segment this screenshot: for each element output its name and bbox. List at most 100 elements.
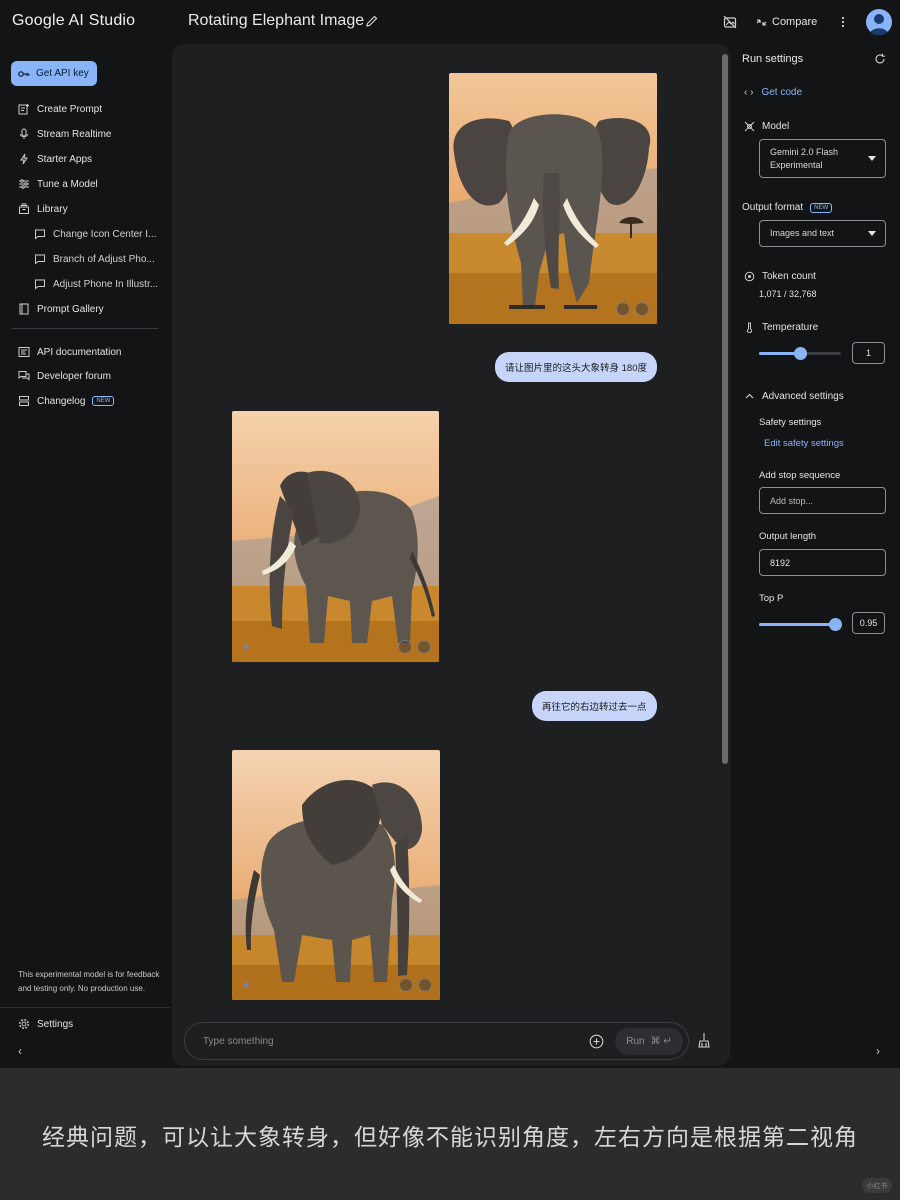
nav-api-documentation[interactable]: API documentation [18,344,122,360]
chat-bubble-icon [35,254,45,265]
nav-label: API documentation [37,346,122,358]
fullscreen-icon[interactable] [417,640,431,654]
prompt-input[interactable]: Type something [203,1036,274,1047]
chat-bubble-icon [35,229,45,240]
sidebar-bottom-divider [0,1007,170,1008]
nav-label: Starter Apps [37,153,93,165]
nav-label: Library [37,203,68,215]
stop-sequence-label: Add stop sequence [759,470,841,481]
sidebar-divider [12,328,158,329]
nav-developer-forum[interactable]: Developer forum [18,368,111,384]
download-icon[interactable] [398,640,412,654]
gemini-sparkle-icon [242,980,250,990]
download-icon[interactable] [399,978,413,992]
generated-elephant-image-1[interactable] [232,411,439,662]
nav-label: Tune a Model [37,178,98,190]
nav-changelog[interactable]: Changelog NEW [18,393,115,409]
generated-elephant-image-2[interactable] [232,750,440,1000]
library-item[interactable]: Change Icon Center I... [34,226,156,242]
new-badge: NEW [810,202,833,213]
model-value-line1: Gemini 2.0 Flash [770,147,839,157]
fullscreen-icon[interactable] [635,302,649,316]
temperature-label: Temperature [762,322,819,333]
nav-label: Stream Realtime [37,128,112,140]
api-key-label: Get API key [36,68,89,79]
settings-button[interactable]: Settings [18,1018,73,1030]
no-image-icon[interactable] [722,14,738,30]
get-api-key-button[interactable]: Get API key [11,61,97,86]
top-p-slider[interactable] [759,618,842,631]
original-elephant-image[interactable] [449,73,657,324]
temperature-slider[interactable] [759,347,841,360]
stop-sequence-input[interactable]: Add stop... [759,487,886,514]
model-value-line2: Experimental [770,160,823,170]
nav-label: Changelog [37,395,86,407]
prompt-title[interactable]: Rotating Elephant Image [188,12,364,30]
run-shortcut: ⌘ ↵ [650,1036,672,1047]
output-format-select[interactable]: Images and text [759,220,886,247]
api-doc-icon [18,347,30,357]
temperature-input[interactable]: 1 [852,342,885,364]
avatar-person-icon [869,14,889,35]
nav-label: Create Prompt [37,103,103,115]
nav-tune-model[interactable]: Tune a Model [18,176,98,192]
token-count-label: Token count [762,271,816,282]
user-message-bubble: 请让图片里的这头大象转身 180度 [495,352,657,382]
output-length-input[interactable]: 8192 [759,549,886,576]
model-label: Model [762,121,790,132]
image-tools [398,640,431,654]
nav-prompt-gallery[interactable]: Prompt Gallery [18,301,104,317]
token-icon [744,271,755,282]
tune-icon [19,179,29,189]
user-message-bubble: 再往它的右边转过去一点 [532,691,657,721]
top-p-slider-knob[interactable] [829,618,842,631]
model-icon [744,121,755,132]
nav-stream-realtime[interactable]: Stream Realtime [18,126,111,142]
code-brackets-icon: ‹ › [744,87,754,98]
library-item[interactable]: Branch of Adjust Pho... [34,251,155,267]
temperature-slider-knob[interactable] [794,347,807,360]
edit-title-icon[interactable] [365,14,379,28]
image-tools [616,302,649,316]
library-item-label: Change Icon Center I... [53,228,157,240]
edit-safety-settings-link[interactable]: Edit safety settings [764,438,844,449]
get-code-button[interactable]: ‹ › Get code [744,87,802,98]
clear-chat-broom-icon[interactable] [696,1032,712,1048]
collapse-settings-chevron-icon[interactable]: › [876,1044,880,1058]
chat-scrollbar[interactable] [722,54,728,764]
library-item[interactable]: Adjust Phone In Illustr... [34,276,158,292]
run-settings-title: Run settings [742,53,804,65]
library-item-label: Branch of Adjust Pho... [53,253,155,265]
top-p-label: Top P [759,593,784,604]
collapse-sidebar-chevron-icon[interactable]: ‹ [18,1044,22,1058]
download-icon[interactable] [616,302,630,316]
user-avatar[interactable] [866,9,892,35]
top-p-slider-fill [759,623,835,626]
reset-refresh-icon[interactable] [874,53,886,65]
mic-icon [20,128,28,139]
brand-logo[interactable]: Google AI Studio [12,12,135,30]
model-select[interactable]: Gemini 2.0 Flash Experimental [759,139,886,178]
nav-create-prompt[interactable]: Create Prompt [18,101,102,117]
advanced-settings-toggle[interactable]: Advanced settings [744,391,844,402]
nav-library[interactable]: Library [18,201,68,217]
settings-label: Settings [37,1018,74,1030]
compare-button[interactable]: Compare [756,12,817,32]
thermometer-icon [747,322,752,333]
more-vert-icon[interactable] [835,14,851,30]
add-media-icon[interactable] [589,1034,604,1049]
fullscreen-icon[interactable] [418,978,432,992]
key-icon [18,70,30,77]
run-button[interactable]: Run ⌘ ↵ [615,1028,683,1055]
post-caption: 经典问题，可以让大象转身，但好像不能识别角度，左右方向是根据第二视角 [42,1124,858,1150]
token-count-label-row: Token count [744,271,816,282]
library-item-label: Adjust Phone In Illustr... [53,278,159,290]
chat-bubble-icon [35,279,45,290]
output-format-label: Output format [742,202,804,213]
model-label-row: Model [744,121,789,132]
token-count-value: 1,071 / 32,768 [759,289,817,299]
new-badge: NEW [92,396,115,406]
nav-starter-apps[interactable]: Starter Apps [18,151,92,167]
top-p-input[interactable]: 0.95 [852,612,885,634]
watermark-logo: 小红书 [862,1178,892,1193]
